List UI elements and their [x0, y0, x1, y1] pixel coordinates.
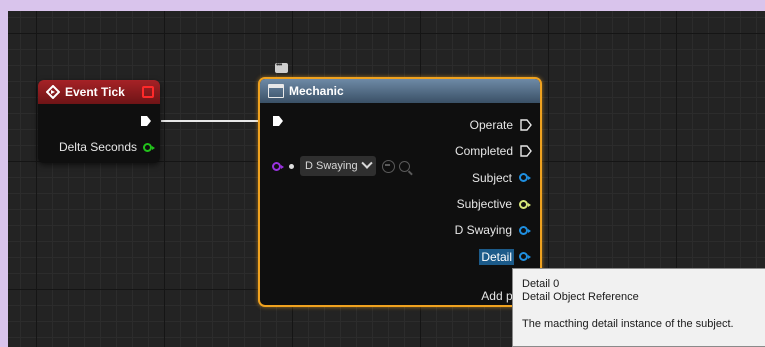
output-operate: Operate	[453, 112, 532, 138]
swaying-dropdown[interactable]: D Swaying	[300, 156, 376, 176]
object-pin-icon[interactable]	[519, 199, 531, 209]
input-pin-row: D Swaying	[272, 156, 410, 176]
chevron-down-icon	[360, 157, 373, 169]
comment-bubble-icon[interactable]	[275, 60, 288, 73]
output-pins: Operate Completed Subject Subjective D S…	[453, 112, 532, 270]
output-completed: Completed	[453, 138, 532, 164]
tooltip-title: Detail 0	[522, 278, 560, 290]
tooltip-description: The macthing detail instance of the subj…	[522, 318, 734, 330]
output-label: Completed	[454, 144, 513, 159]
output-d-swaying: D Swaying	[453, 217, 532, 243]
mechanic-node[interactable]: Mechanic D Swaying Operate Completed Sub…	[258, 77, 542, 307]
bullet-icon	[289, 163, 294, 169]
output-detail: Detail	[453, 243, 532, 269]
enum-input-pin-icon[interactable]	[272, 161, 284, 171]
reset-icon[interactable]	[381, 159, 395, 173]
object-pin-icon[interactable]	[519, 173, 531, 183]
object-pin-icon[interactable]	[519, 225, 531, 235]
tooltip-type: Detail Object Reference	[522, 291, 639, 303]
delta-seconds-label: Delta Seconds	[58, 140, 137, 154]
pin-tooltip: Detail 0 Detail Object Reference The mac…	[512, 268, 765, 347]
event-tick-title: Event Tick	[65, 85, 125, 99]
search-icon[interactable]	[398, 160, 410, 172]
output-subjective: Subjective	[453, 191, 532, 217]
float-pin-icon[interactable]	[143, 142, 155, 152]
exec-out-pin-icon[interactable]	[140, 115, 152, 127]
dropdown-value: D Swaying	[305, 160, 358, 172]
delegate-pin-icon[interactable]	[142, 86, 154, 98]
output-label: Operate	[469, 118, 513, 133]
mechanic-title: Mechanic	[289, 84, 344, 98]
output-label: Subject	[471, 170, 512, 185]
exec-out-pin-icon[interactable]	[520, 145, 532, 158]
event-diamond-icon	[46, 85, 60, 99]
object-pin-icon[interactable]	[519, 252, 531, 262]
mechanic-header[interactable]: Mechanic	[260, 79, 540, 103]
exec-wire[interactable]	[161, 120, 269, 122]
event-tick-node[interactable]: Event Tick Delta Seconds	[38, 80, 160, 163]
exec-in-pin-icon[interactable]	[272, 115, 284, 127]
output-label: D Swaying	[454, 223, 512, 238]
output-label: Detail	[479, 248, 514, 265]
output-label: Subjective	[456, 197, 512, 212]
exec-out-pin-icon[interactable]	[520, 119, 532, 131]
delta-seconds-row: Delta Seconds	[58, 140, 155, 154]
output-subject: Subject	[453, 165, 532, 191]
function-icon	[268, 84, 284, 98]
